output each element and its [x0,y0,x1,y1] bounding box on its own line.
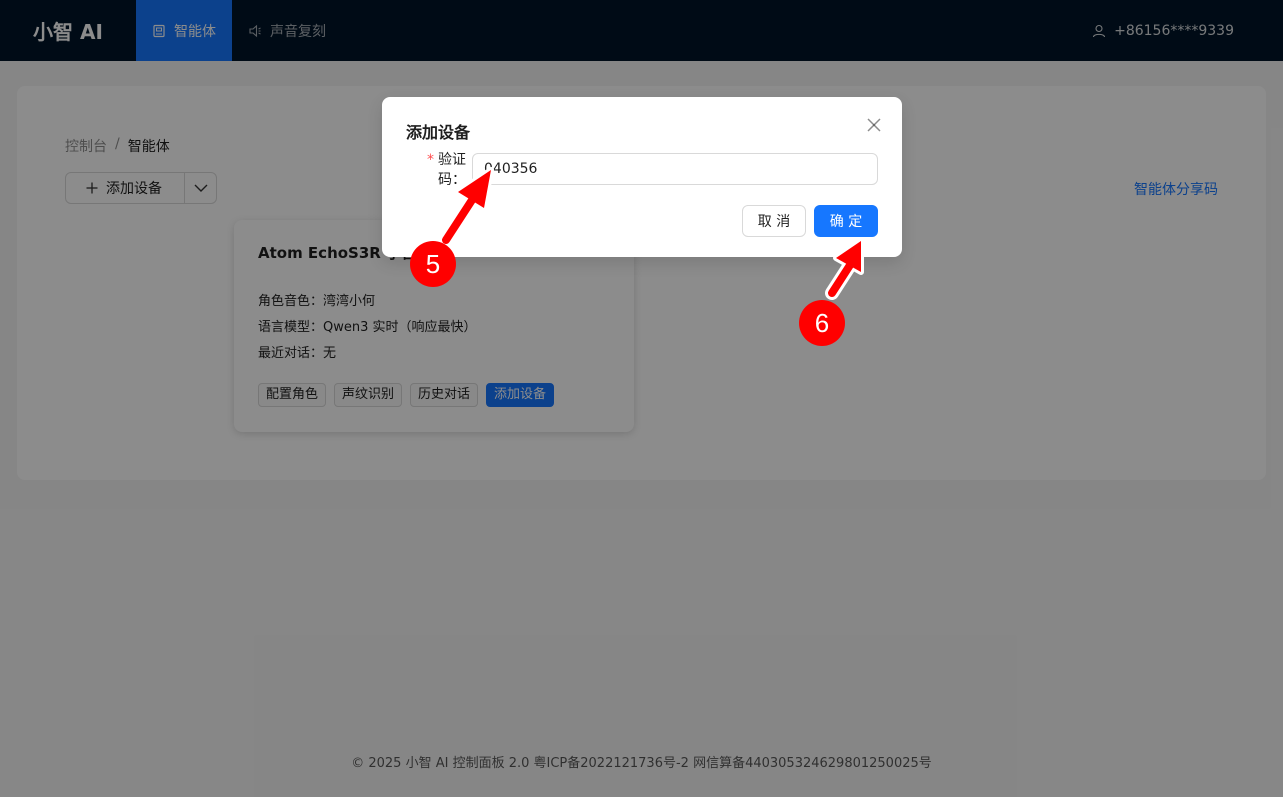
close-icon[interactable] [864,115,884,135]
step-5-badge: 5 [410,241,456,287]
step-6-badge: 6 [799,300,845,346]
verification-code-row: * 验证码： [406,149,878,189]
verification-code-input[interactable] [472,153,878,185]
modal-title: 添加设备 [406,123,471,142]
cancel-button[interactable]: 取 消 [742,205,806,237]
verification-code-label: * 验证码： [406,149,472,189]
add-device-modal: 添加设备 *验证码： 取 消 确 定 [382,97,902,257]
verification-code-label-text: 验证码： [438,152,466,188]
confirm-button[interactable]: 确 定 [814,205,878,237]
required-mark: * [427,152,434,168]
